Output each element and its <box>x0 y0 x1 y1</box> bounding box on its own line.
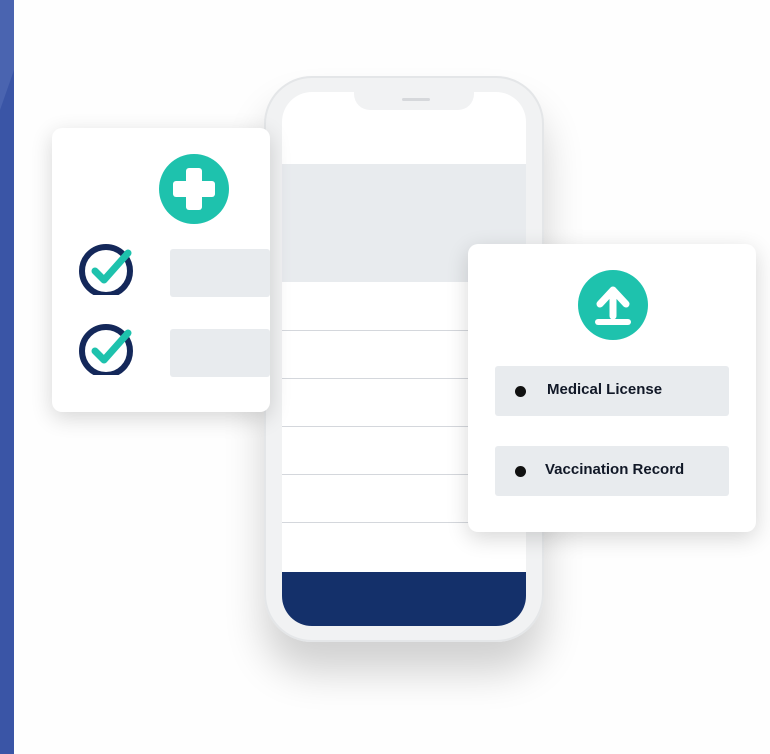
upload-icon <box>578 270 648 340</box>
bullet-icon <box>515 466 526 477</box>
document-item-vaccination-record[interactable]: Vaccination Record <box>495 446 729 496</box>
document-item-medical-license[interactable]: Medical License <box>495 366 729 416</box>
document-label: Medical License <box>547 381 663 398</box>
checklist-placeholder-bar <box>170 249 270 297</box>
checklist-card <box>52 128 270 412</box>
document-label: Vaccination Record <box>545 461 685 478</box>
phone-speaker <box>402 98 430 101</box>
phone-notch <box>354 92 474 110</box>
medical-cross-icon <box>159 154 229 224</box>
check-circle-icon <box>79 244 133 295</box>
checklist-placeholder-bar <box>170 329 270 377</box>
screen-footer-bar <box>282 572 526 626</box>
illustration-canvas: Medical License Vaccination Record <box>14 0 770 754</box>
bullet-icon <box>515 386 526 397</box>
document-upload-card: Medical License Vaccination Record <box>468 244 756 532</box>
check-circle-icon <box>79 324 133 375</box>
